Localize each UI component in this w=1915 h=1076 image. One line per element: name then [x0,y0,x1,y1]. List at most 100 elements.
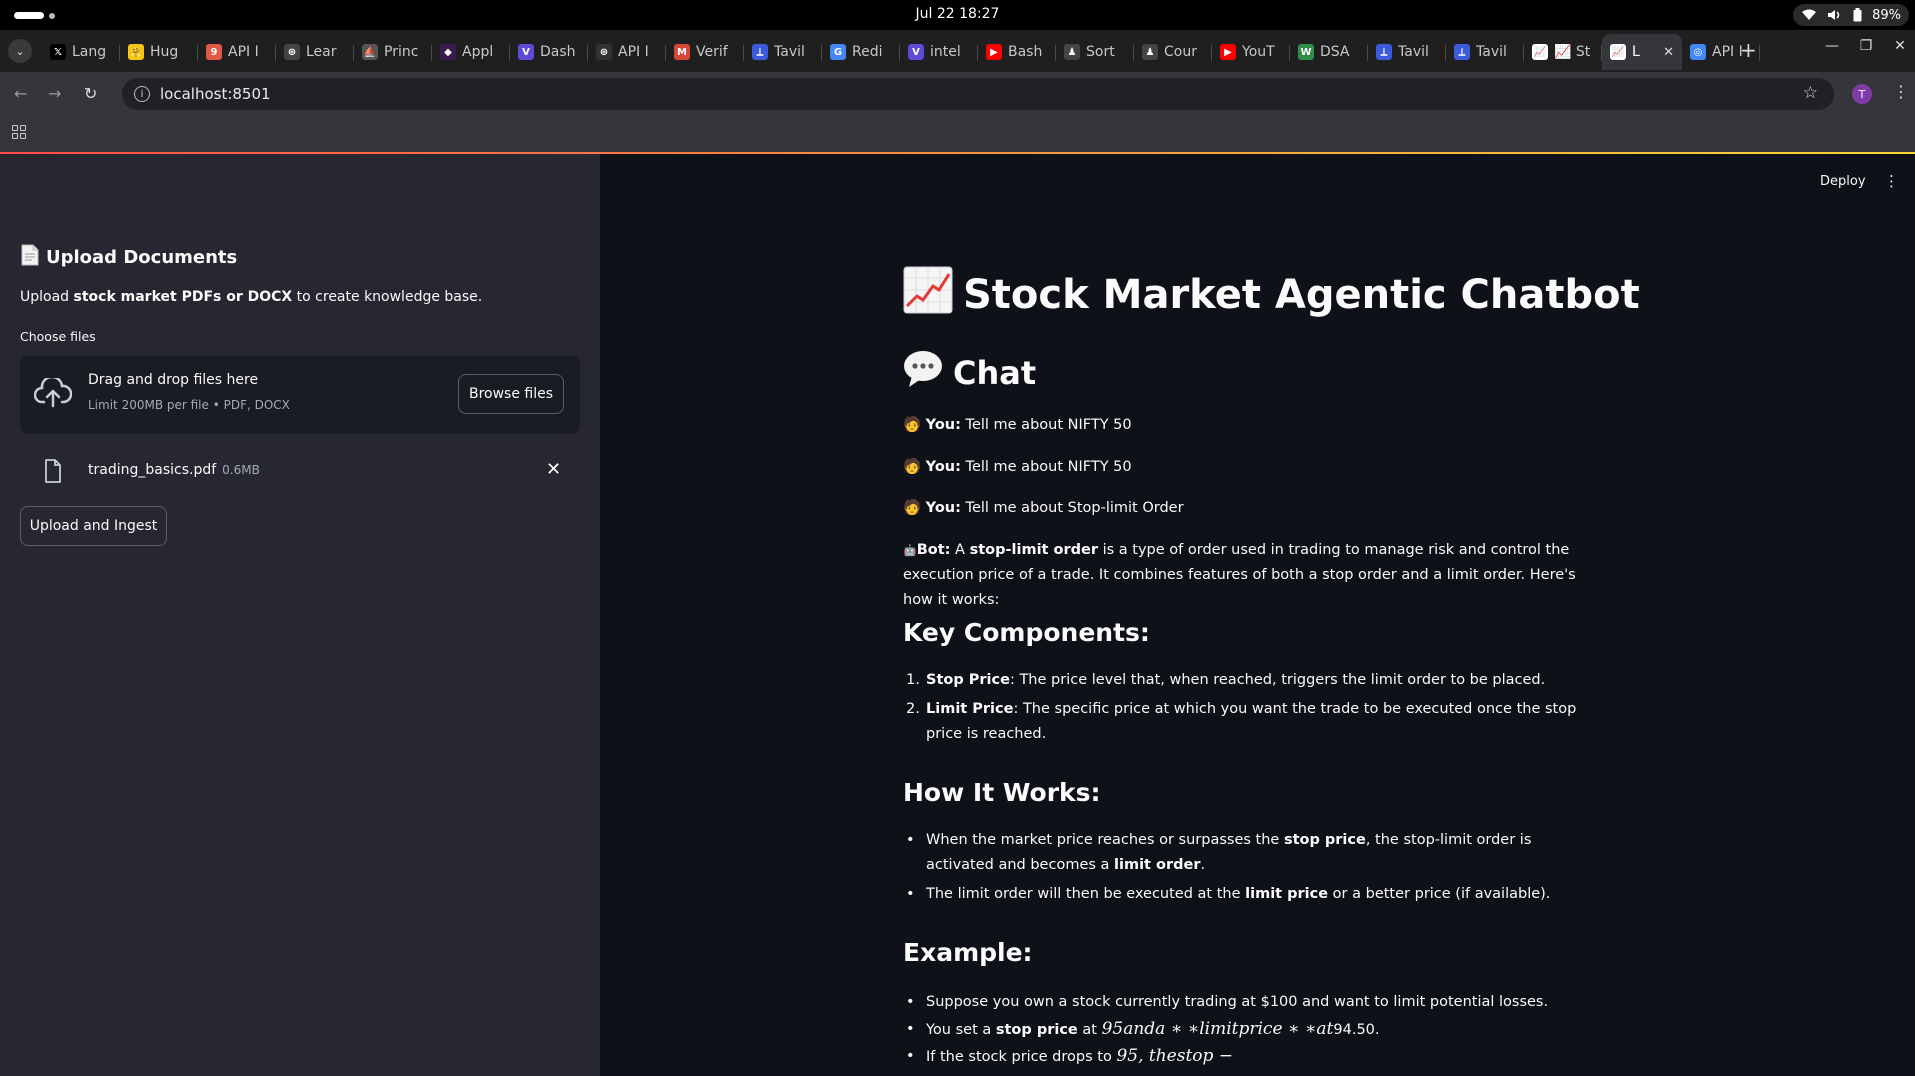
minimize-icon[interactable]: — [1823,38,1841,54]
tab-title: L [1632,44,1640,60]
example-heading: Example: [903,938,1033,967]
tab-close-icon[interactable]: ✕ [1663,45,1674,60]
browser-tab[interactable]: ◆ Appl [432,34,510,70]
tab-favicon-icon: M [674,44,690,60]
tab-favicon-icon: ⟂ [752,44,768,60]
address-url[interactable]: localhost:8501 [160,85,271,103]
address-bar[interactable]: i localhost:8501 ☆ [122,78,1834,110]
tab-favicon-icon: V [908,44,924,60]
tab-title: Redi [852,44,883,60]
page-title-text: Stock Market Agentic Chatbot [963,272,1640,318]
volume-icon [1827,9,1843,21]
file-name: trading_basics.pdf 0.6MB [88,462,260,478]
tab-favicon-icon: ⛵ [362,44,378,60]
browser-tab[interactable]: V Dash [510,34,588,70]
browser-tab[interactable]: ⟂ Tavil [744,34,822,70]
browser-tab[interactable]: ⊛ API I [588,34,666,70]
tab-title: API I [618,44,649,60]
browser-tab[interactable]: 9 API I [198,34,276,70]
chart-increasing-icon [903,266,953,324]
bookmarks-bar [0,116,1915,152]
chat-heading: Chat [903,350,1036,396]
browser-tab-strip: ⌄ 𝕏 Lang 🤗 Hug 9 API I ⊛ Lear ⛵ Princ ◆ Appl V Dash ⊛ A… [0,30,1915,72]
profile-avatar[interactable]: T [1852,84,1872,104]
tab-favicon-icon: 9 [206,44,222,60]
browser-tab[interactable]: ⛵ Princ [354,34,432,70]
file-dropzone[interactable]: Drag and drop files here Limit 200MB per… [20,356,580,434]
browser-menu-icon[interactable]: ⋮ [1893,82,1909,101]
list-item: • The limit order will then be executed a… [906,886,1551,902]
browser-tab[interactable]: 📈 📈 St [1524,34,1602,70]
system-tray[interactable]: 89% [1793,4,1909,26]
tab-favicon-icon: ◎ [1690,44,1706,60]
os-top-bar: Jul 22 18:27 89% [0,0,1915,30]
dropzone-limits: Limit 200MB per file • PDF, DOCX [88,398,290,412]
sidebar-description: Upload stock market PDFs or DOCX to crea… [20,289,483,305]
tab-title: Cour [1164,44,1197,60]
browser-tab[interactable]: Vintel [900,34,978,70]
tab-favicon-icon: ⟂ [1454,44,1470,60]
site-info-icon[interactable]: i [134,86,150,102]
remove-file-close-icon[interactable]: ✕ [546,459,561,480]
tab-title: Appl [462,44,494,60]
tab-favicon-icon: G [830,44,846,60]
list-item: 2. Limit Price: The specific price at whi… [906,701,1577,742]
browser-tab[interactable]: 🤗 Hug [120,34,198,70]
list-item: • When the market price reaches or surpas… [906,832,1532,873]
browser-tab[interactable]: 𝕏 Lang [42,34,120,70]
tab-favicon-icon: ♟ [1064,44,1080,60]
new-tab-plus-icon[interactable]: + [1740,38,1757,62]
bookmark-star-icon[interactable]: ☆ [1803,83,1818,103]
browser-tab[interactable]: ♟ Cour [1134,34,1212,70]
reload-icon[interactable]: ↻ [84,84,97,103]
tab-favicon-icon: ⟂ [1376,44,1392,60]
user-message: 🧑 You: Tell me about NIFTY 50 [903,417,1132,433]
tab-favicon-icon: W [1298,44,1314,60]
browser-tab[interactable]: ▶ YouT [1212,34,1290,70]
app-menu-icon[interactable]: ⋮ [1884,172,1899,190]
tab-favicon-icon: ♟ [1142,44,1158,60]
browser-tab[interactable]: G Redi [822,34,900,70]
close-window-icon[interactable]: ✕ [1891,38,1909,54]
tab-title: intel [930,44,961,60]
browser-tab[interactable]: M Verif [666,34,744,70]
bot-message: 🤖Bot: A stop-limit order is a type of or… [903,542,1576,608]
tab-title: Lear [306,44,337,60]
tab-search-chevron-icon[interactable]: ⌄ [8,39,32,63]
tab-title: Princ [384,44,419,60]
tab-favicon-icon: 📈 [1532,44,1548,60]
browser-tab[interactable]: ▶ Bash [978,34,1056,70]
tab-favicon-icon: ⊛ [596,44,612,60]
tab-title: Bash [1008,44,1043,60]
wifi-icon [1801,9,1817,21]
sidebar-title-text: Upload Documents [46,247,238,268]
tab-title: 📈 St [1554,44,1591,60]
browser-tab[interactable]: 📈 L ✕ [1602,34,1682,70]
forward-arrow-icon[interactable]: → [48,84,61,103]
document-icon [20,244,40,271]
person-emoji-icon: 🧑 [903,500,922,516]
back-arrow-icon[interactable]: ← [14,84,27,103]
browser-tab[interactable]: ⊛ Lear [276,34,354,70]
page-title: Stock Market Agentic Chatbot [903,266,1640,324]
list-item: • Suppose you own a stock currently tradi… [906,994,1549,1010]
browse-files-button[interactable]: Browse files [458,374,564,414]
main-content: Deploy ⋮ Stock Market Agentic Chatbot Ch… [600,154,1915,1076]
apps-grid-icon[interactable] [12,125,26,139]
tab-title: Verif [696,44,728,60]
upload-and-ingest-button[interactable]: Upload and Ingest [20,506,167,546]
system-clock[interactable]: Jul 22 18:27 [0,6,1915,22]
how-it-works-heading: How It Works: [903,778,1101,807]
chat-heading-text: Chat [953,354,1037,392]
restore-icon[interactable]: ❐ [1857,38,1875,54]
deploy-button[interactable]: Deploy [1820,174,1866,189]
browser-tab[interactable]: ⟂ Tavil [1368,34,1446,70]
browser-toolbar: ← → ↻ i localhost:8501 ☆ T ⋮ [0,72,1915,116]
cloud-upload-icon [33,375,73,412]
file-icon [44,459,62,487]
browser-tab[interactable]: ♟ Sort [1056,34,1134,70]
browser-tab[interactable]: W DSA [1290,34,1368,70]
how-it-works-list: • When the market price reaches or surpas… [903,828,1603,911]
choose-files-label: Choose files [20,329,96,344]
browser-tab[interactable]: ⟂ Tavil [1446,34,1524,70]
